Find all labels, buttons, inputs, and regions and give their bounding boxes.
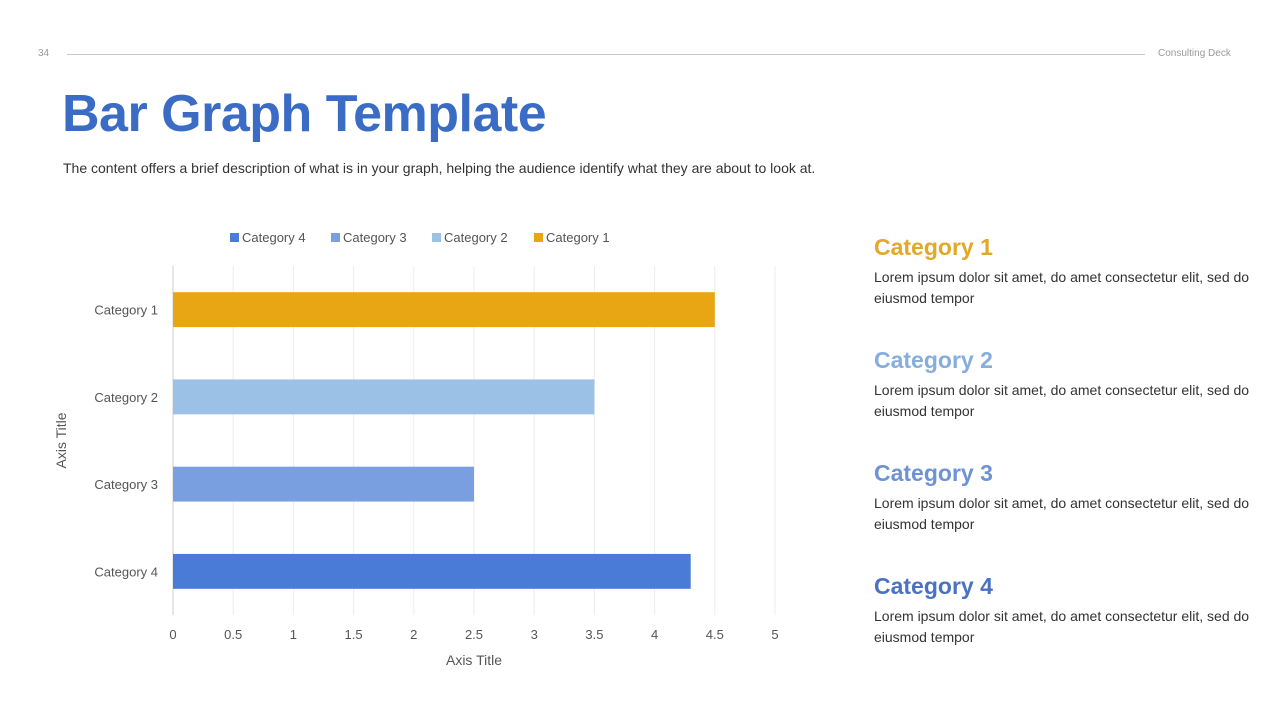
side-text: Lorem ipsum dolor sit amet, do amet cons… [874, 495, 1250, 532]
bar-category-1 [173, 292, 715, 328]
side-heading: Category 4 [874, 573, 993, 599]
x-tick-label: 2 [410, 627, 417, 642]
bar-category-3 [173, 466, 474, 502]
legend-swatch [331, 233, 340, 242]
bar-category-4 [173, 553, 691, 589]
bar-chart: 0 0.5 1 1.5 2 2.5 3 3.5 4 4.5 5 Category 1 Category … [53, 230, 779, 668]
side-text: Lorem ipsum dolor sit amet, do amet cons… [874, 269, 1250, 306]
side-item-4: Category 4 Lorem ipsum dolor sit amet, d… [874, 573, 1254, 648]
side-heading: Category 1 [874, 234, 993, 260]
deck-name: Consulting Deck [1158, 48, 1231, 59]
x-tick-label: 0.5 [224, 627, 242, 642]
y-tick-label: Category 2 [94, 390, 158, 405]
side-item-2: Category 2 Lorem ipsum dolor sit amet, d… [874, 347, 1254, 422]
legend-swatch [432, 233, 441, 242]
y-tick-label: Category 4 [94, 564, 158, 579]
legend-label: Category 4 [242, 230, 306, 245]
legend-label: Category 3 [343, 230, 407, 245]
y-axis-title: Axis Title [53, 412, 69, 468]
x-tick-label: 4.5 [706, 627, 724, 642]
legend-swatch [534, 233, 543, 242]
x-tick-label: 1.5 [345, 627, 363, 642]
x-tick-label: 4 [651, 627, 658, 642]
side-text: Lorem ipsum dolor sit amet, do amet cons… [874, 608, 1250, 645]
x-tick-label: 1 [290, 627, 297, 642]
bar-category-2 [173, 379, 595, 415]
y-tick-label: Category 3 [94, 477, 158, 492]
side-heading: Category 2 [874, 347, 993, 373]
x-tick-label: 3.5 [585, 627, 603, 642]
legend-swatch [230, 233, 239, 242]
x-tick-label: 3 [531, 627, 538, 642]
side-item-1: Category 1 Lorem ipsum dolor sit amet, d… [874, 234, 1254, 309]
side-heading: Category 3 [874, 460, 993, 486]
x-tick-label: 0 [169, 627, 176, 642]
legend-label: Category 1 [546, 230, 610, 245]
y-tick-label: Category 1 [94, 303, 158, 318]
x-tick-label: 5 [771, 627, 778, 642]
side-item-3: Category 3 Lorem ipsum dolor sit amet, d… [874, 460, 1254, 535]
legend-label: Category 2 [444, 230, 508, 245]
x-tick-label: 2.5 [465, 627, 483, 642]
side-text: Lorem ipsum dolor sit amet, do amet cons… [874, 382, 1250, 419]
x-axis-title: Axis Title [446, 652, 502, 668]
